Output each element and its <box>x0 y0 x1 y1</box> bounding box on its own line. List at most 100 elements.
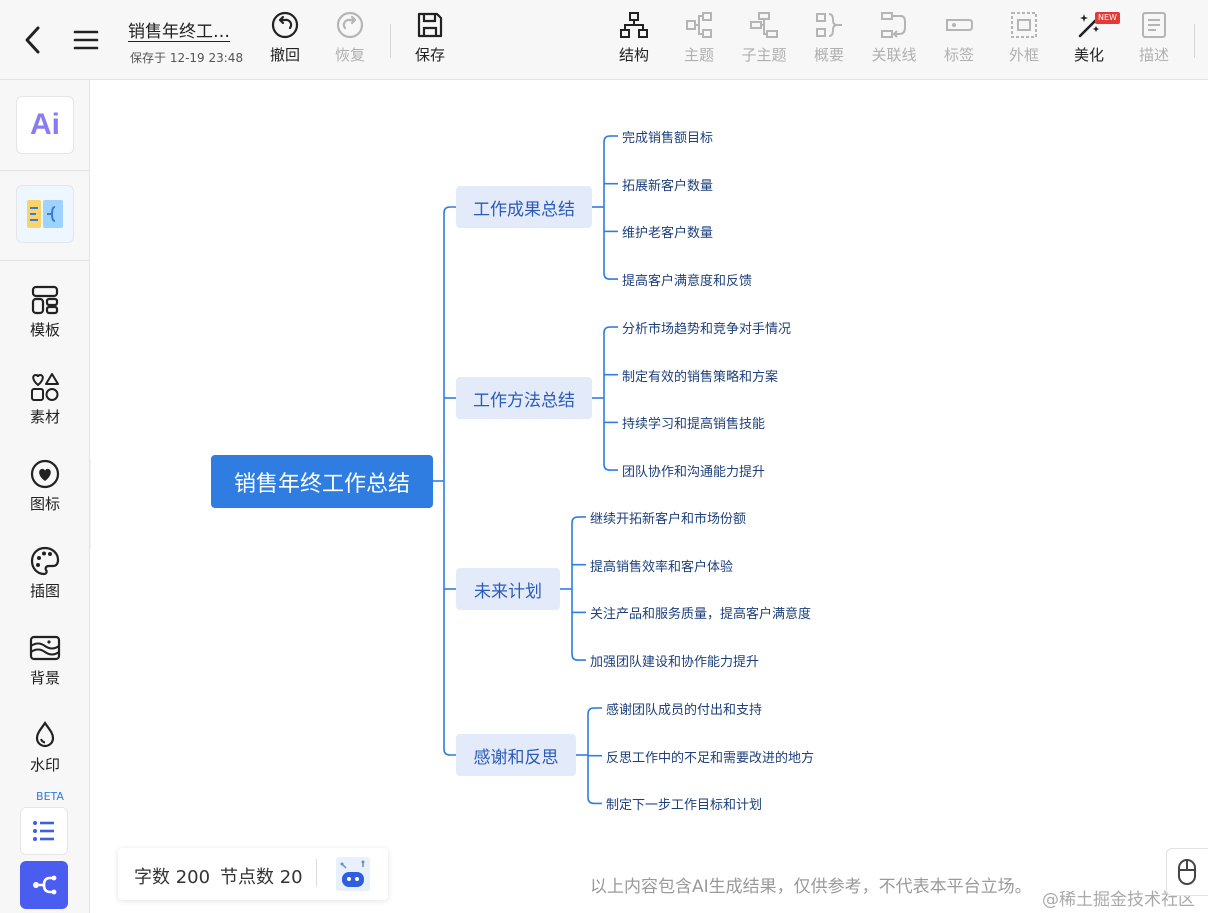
tag-button[interactable]: 标签 <box>927 10 991 70</box>
leaf-node[interactable]: 继续开拓新客户和市场份额 <box>590 508 746 527</box>
mindmap-ai-button[interactable] <box>16 185 74 243</box>
back-arrow-icon[interactable] <box>20 24 48 56</box>
sidebar-item-icons[interactable]: 图标 <box>0 458 90 530</box>
branch-connector <box>443 213 456 756</box>
summary-icon <box>816 13 842 37</box>
template-icon <box>31 285 59 315</box>
leaf-node[interactable]: 完成销售额目标 <box>622 127 713 146</box>
leaf-node[interactable]: 感谢团队成员的付出和支持 <box>606 699 762 718</box>
leaf-connector <box>571 516 586 661</box>
branch-node[interactable]: 感谢和反思 <box>456 734 576 776</box>
leaf-node[interactable]: 提高客户满意度和反馈 <box>622 270 752 289</box>
word-count: 字数 200 <box>134 867 211 888</box>
leaf-node[interactable]: 持续学习和提高销售技能 <box>622 413 765 432</box>
leaf-connector <box>603 326 618 471</box>
sidebar-item-label: 图标 <box>29 495 60 513</box>
redo-icon <box>336 11 364 39</box>
redo-label: 恢复 <box>334 46 365 64</box>
tool-label: 主题 <box>683 46 714 64</box>
ai-assistant-button[interactable]: Ai <box>16 96 74 154</box>
tool-label: 外框 <box>1008 46 1039 64</box>
leaf-node[interactable]: 提高销售效率和客户体验 <box>590 556 733 575</box>
ai-label: Ai <box>30 108 60 141</box>
toolbar-divider <box>1194 24 1195 58</box>
description-button[interactable]: 描述 <box>1122 10 1186 70</box>
save-disk-icon <box>417 12 443 38</box>
leaf-node[interactable]: 关注产品和服务质量，提高客户满意度 <box>590 603 811 622</box>
save-label: 保存 <box>414 46 445 64</box>
sidebar-divider <box>0 170 90 171</box>
mindmap-icon <box>27 200 63 228</box>
watermark-drop-icon <box>35 721 55 748</box>
leaf-node[interactable]: 加强团队建设和协作能力提升 <box>590 651 759 670</box>
sidebar-item-template[interactable]: 模板 <box>0 284 90 356</box>
sidebar-item-background[interactable]: 背景 <box>0 632 90 704</box>
summary-button[interactable]: 概要 <box>797 10 861 70</box>
outline-view-button[interactable] <box>20 807 68 855</box>
mindmap-view-icon <box>33 875 57 895</box>
tool-label: 结构 <box>618 46 649 64</box>
tool-label: 标签 <box>943 46 974 64</box>
sidebar-item-illustration[interactable]: 插图 <box>0 545 90 617</box>
hamburger-menu-icon[interactable] <box>72 26 100 54</box>
save-button[interactable]: 保存 <box>398 10 462 70</box>
sidebar-item-label: 素材 <box>29 408 60 426</box>
leaf-node[interactable]: 制定下一步工作目标和计划 <box>606 794 762 813</box>
redo-button[interactable]: 恢复 <box>318 10 382 70</box>
beautify-button[interactable]: NEW 美化 <box>1057 10 1121 70</box>
undo-label: 撤回 <box>269 46 300 64</box>
undo-icon <box>271 11 299 39</box>
subtopic-button[interactable]: 子主题 <box>732 10 796 70</box>
sidebar-item-label: 水印 <box>29 756 60 774</box>
sidebar-divider <box>0 260 90 261</box>
relation-line-button[interactable]: 关联线 <box>862 10 926 70</box>
robot-assistant-icon[interactable] <box>334 855 372 893</box>
description-icon <box>1142 12 1166 38</box>
leaf-node[interactable]: 维护老客户数量 <box>622 222 713 241</box>
branch-node[interactable]: 工作成果总结 <box>456 186 592 228</box>
subtopic-icon <box>750 12 778 38</box>
mouse-mode-button[interactable] <box>1166 848 1208 896</box>
boundary-button[interactable]: 外框 <box>992 10 1056 70</box>
beta-label: BETA <box>36 790 64 803</box>
background-icon <box>29 635 61 661</box>
topic-icon <box>686 12 712 38</box>
root-node[interactable]: 销售年终工作总结 <box>211 455 433 508</box>
tool-label: 关联线 <box>871 46 917 64</box>
structure-icon <box>620 12 648 38</box>
branch-node[interactable]: 工作方法总结 <box>456 377 592 419</box>
sidebar-item-label: 模板 <box>29 321 60 339</box>
stats-card: 字数 200 节点数 20 <box>118 848 388 900</box>
palette-icon <box>30 546 60 576</box>
mouse-icon <box>1178 859 1196 885</box>
mindmap-view-button[interactable] <box>20 861 68 909</box>
toolbar-divider <box>390 24 391 58</box>
leaf-node[interactable]: 团队协作和沟通能力提升 <box>622 461 765 480</box>
outline-list-icon <box>33 821 54 841</box>
tool-label: 子主题 <box>741 46 787 64</box>
mindmap-canvas[interactable]: 销售年终工作总结 工作成果总结 完成销售额目标 拓展新客户数量 维护老客户数量提高客户… <box>91 81 1208 913</box>
leaf-node[interactable]: 反思工作中的不足和需要改进的地方 <box>606 747 814 766</box>
undo-button[interactable]: 撤回 <box>253 10 317 70</box>
tool-label: 概要 <box>813 46 844 64</box>
app-window: 销售年终工… 保存于 12-19 23:48 撤回 恢复 保存 结构 主题 子主… <box>0 0 1208 913</box>
structure-button[interactable]: 结构 <box>602 10 666 70</box>
tag-icon <box>946 19 973 31</box>
saved-status: 保存于 12-19 23:48 <box>130 51 244 65</box>
branch-connector <box>443 206 456 214</box>
tool-label: 美化 <box>1073 46 1104 64</box>
sidebar-item-watermark[interactable]: 水印 <box>0 719 90 791</box>
shapes-icon <box>31 373 59 401</box>
tool-label: 描述 <box>1138 46 1169 64</box>
ai-disclaimer: 以上内容包含AI生成结果，仅供参考，不代表本平台立场。 <box>590 877 1032 897</box>
new-badge: NEW <box>1095 12 1120 24</box>
branch-node[interactable]: 未来计划 <box>456 568 560 610</box>
leaf-node[interactable]: 分析市场趋势和竞争对手情况 <box>622 318 791 337</box>
topic-button[interactable]: 主题 <box>667 10 731 70</box>
relation-line-icon <box>881 12 906 38</box>
sidebar-item-label: 背景 <box>29 669 60 687</box>
leaf-node[interactable]: 拓展新客户数量 <box>622 175 713 194</box>
leaf-node[interactable]: 制定有效的销售策略和方案 <box>622 366 778 385</box>
document-title[interactable]: 销售年终工… <box>128 17 230 42</box>
sidebar-item-materials[interactable]: 素材 <box>0 371 90 443</box>
